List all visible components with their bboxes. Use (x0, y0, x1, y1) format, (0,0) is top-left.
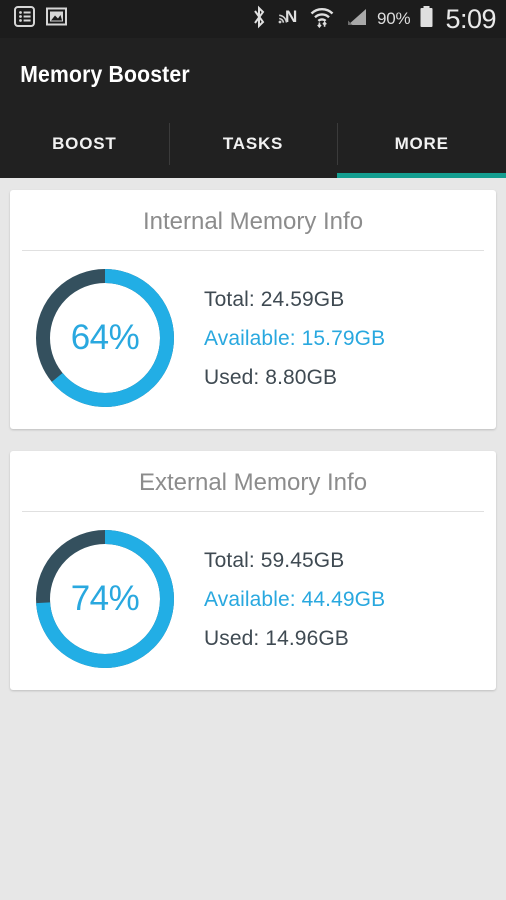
content-area: Internal Memory Info 64% Total: 24.59GB … (0, 178, 506, 690)
tab-tasks[interactable]: TASKS (168, 110, 338, 178)
tab-more-label: MORE (394, 134, 449, 153)
app-screen: N 90% 5:09 Memory Booster BOOST TASKS MO… (0, 0, 506, 900)
tab-boost-label: BOOST (52, 134, 117, 153)
internal-used-line: Used: 8.80GB (204, 365, 338, 389)
external-total-line: Total: 59.45GB (204, 548, 345, 572)
tab-bar: BOOST TASKS MORE (0, 110, 506, 178)
internal-donut-wrap: 64% (10, 265, 200, 411)
external-memory-donut-chart: 74% (32, 526, 178, 672)
battery-percent-label: 90% (377, 9, 411, 28)
internal-memory-stats: Total: 24.59GB Available: 15.79GB Used: … (200, 280, 496, 397)
action-bar: Memory Booster (0, 38, 506, 110)
internal-memory-card-title: Internal Memory Info (142, 208, 364, 235)
page-title: Memory Booster (20, 60, 190, 87)
image-icon (46, 6, 67, 32)
tab-tasks-label: TASKS (222, 134, 284, 153)
cellular-signal-icon (344, 6, 368, 33)
agenda-list-icon (14, 6, 35, 32)
internal-available-line: Available: 15.79GB (204, 326, 386, 350)
wifi-icon (309, 5, 335, 34)
internal-memory-card: Internal Memory Info 64% Total: 24.59GB … (10, 190, 496, 429)
nfc-icon: N (276, 5, 300, 34)
external-memory-card-title: External Memory Info (138, 469, 368, 496)
external-memory-card: External Memory Info 74% Total: 59.45GB … (10, 451, 496, 690)
status-notification-icons (14, 6, 67, 32)
tab-boost[interactable]: BOOST (0, 110, 169, 178)
external-used-line: Used: 14.96GB (204, 626, 349, 650)
internal-memory-donut-chart: 64% (32, 265, 178, 411)
battery-icon (419, 5, 434, 34)
external-memory-stats: Total: 59.45GB Available: 44.49GB Used: … (200, 541, 496, 658)
svg-text:N: N (285, 7, 297, 26)
bluetooth-icon (251, 5, 267, 34)
status-system-icons: N 90% 5:09 (251, 5, 496, 34)
external-memory-card-body: 74% Total: 59.45GB Available: 44.49GB Us… (10, 512, 496, 676)
external-memory-percent-label: 74% (70, 579, 140, 618)
tab-more[interactable]: MORE (337, 110, 506, 178)
external-donut-wrap: 74% (10, 526, 200, 672)
clock-label: 5:09 (445, 3, 496, 34)
status-bar: N 90% 5:09 (0, 0, 506, 38)
external-available-line: Available: 44.49GB (204, 587, 386, 611)
internal-memory-percent-label: 64% (70, 318, 140, 357)
internal-total-line: Total: 24.59GB (204, 287, 345, 311)
internal-memory-card-body: 64% Total: 24.59GB Available: 15.79GB Us… (10, 251, 496, 415)
